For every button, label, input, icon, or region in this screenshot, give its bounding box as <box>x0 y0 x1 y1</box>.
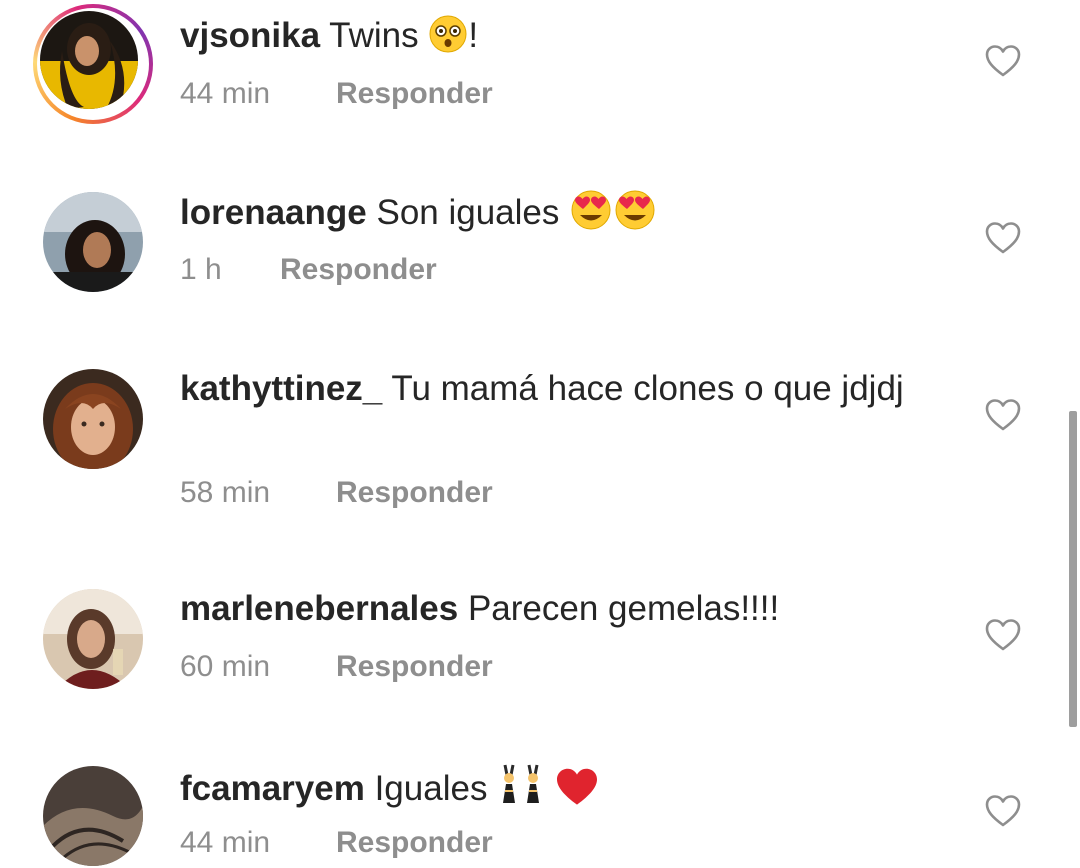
comment-meta: 60 min Responder <box>180 649 493 685</box>
heart-outline-icon[interactable] <box>985 398 1021 432</box>
comment-time: 1 h <box>180 253 222 286</box>
comment-meta: 1 h Responder <box>180 252 437 288</box>
comment-body: Tu mamá hace clones o que jdjdj <box>391 369 904 408</box>
comment-username[interactable]: kathyttinez_ <box>180 369 382 408</box>
comment-meta: 58 min Responder <box>180 475 493 511</box>
comment-time: 44 min <box>180 826 271 859</box>
comment-meta: 44 min Responder <box>180 825 493 861</box>
scrollbar[interactable] <box>1069 411 1077 727</box>
heart-outline-icon[interactable] <box>985 221 1021 255</box>
comment-time: 44 min <box>180 77 271 110</box>
reply-button[interactable]: Responder <box>336 475 493 511</box>
comment-body: Son iguales <box>376 193 560 232</box>
comment-body: Parecen gemelas!!!! <box>467 589 780 628</box>
heart-outline-icon[interactable] <box>985 794 1021 828</box>
reply-button[interactable]: Responder <box>336 649 493 685</box>
comment-body: Twins <box>329 16 419 55</box>
reply-button[interactable]: Responder <box>336 76 493 112</box>
comment-text: fcamaryem Iguales <box>180 763 920 818</box>
comment-username[interactable]: lorenaange <box>180 193 367 232</box>
comments-screen: vjsonika Twins ! 44 min Responder lorena… <box>0 0 1080 868</box>
comment-text: vjsonika Twins ! <box>180 14 920 65</box>
astonished-face-icon <box>428 14 468 65</box>
comment-time: 58 min <box>180 476 271 509</box>
comment-time: 60 min <box>180 650 271 683</box>
comment-meta: 44 min Responder <box>180 76 493 112</box>
avatar[interactable] <box>43 192 143 292</box>
comment-username[interactable]: vjsonika <box>180 16 320 55</box>
avatar[interactable] <box>43 369 143 469</box>
reply-button[interactable]: Responder <box>280 252 437 288</box>
heart-eyes-face-icon <box>569 189 613 242</box>
avatar[interactable] <box>43 589 143 689</box>
avatar[interactable] <box>40 11 138 109</box>
comment-body: Iguales <box>374 769 488 808</box>
heart-eyes-face-icon <box>613 189 657 242</box>
people-with-bunny-ears-icon <box>497 763 545 818</box>
red-heart-icon <box>555 767 599 818</box>
story-ring[interactable] <box>33 4 153 124</box>
comment-body-suffix: ! <box>468 16 479 55</box>
comment-text: marlenebernales Parecen gemelas!!!! <box>180 587 920 631</box>
comment-username[interactable]: marlenebernales <box>180 589 458 628</box>
comment-username[interactable]: fcamaryem <box>180 769 365 808</box>
heart-outline-icon[interactable] <box>985 618 1021 652</box>
comment-text: lorenaange Son iguales <box>180 189 920 242</box>
avatar[interactable] <box>43 766 143 866</box>
heart-outline-icon[interactable] <box>985 44 1021 78</box>
comment-text: kathyttinez_ Tu mamá hace clones o que j… <box>180 367 920 411</box>
reply-button[interactable]: Responder <box>336 825 493 861</box>
